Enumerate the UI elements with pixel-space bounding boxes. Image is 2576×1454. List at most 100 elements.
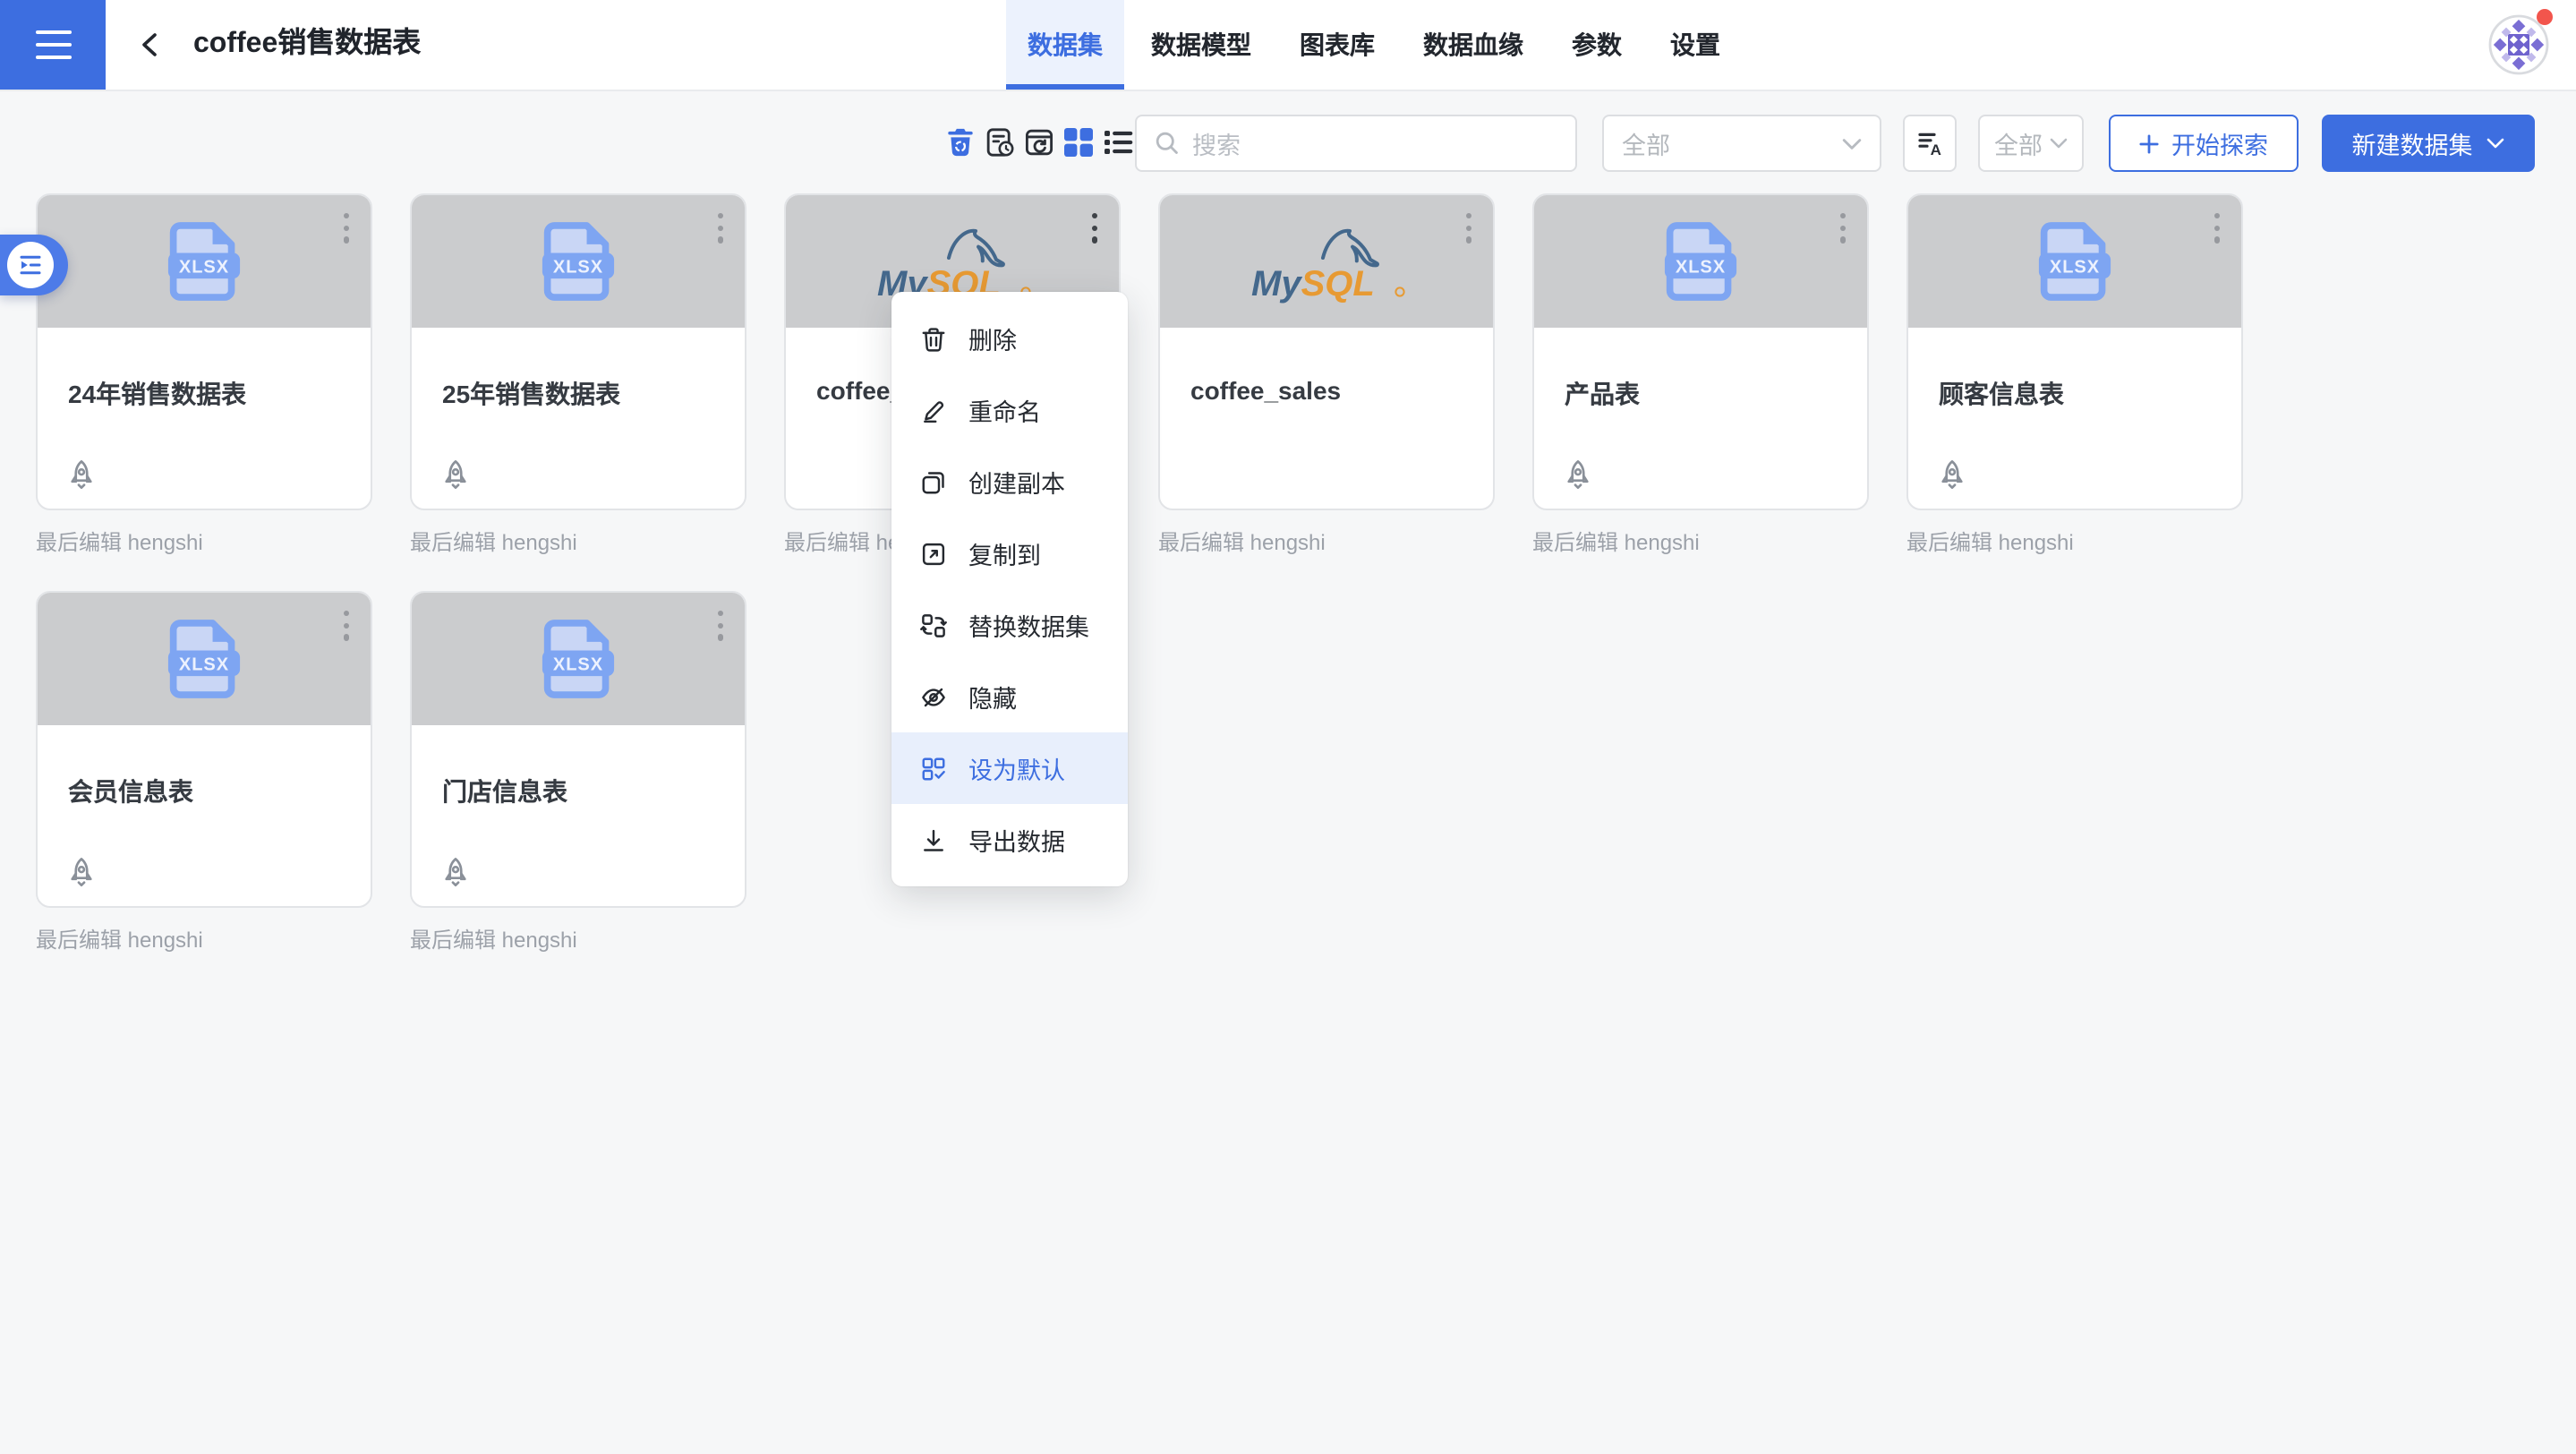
tab-data-lineage[interactable]: 数据血缘 <box>1402 0 1545 90</box>
card-last-edited: 最后编辑 hengshi <box>36 924 372 954</box>
dataset-card-body[interactable]: 会员信息表 <box>36 591 372 908</box>
type-filter-value: 全部 <box>1622 125 1670 161</box>
hide-icon <box>920 683 947 710</box>
search-icon <box>1155 131 1180 156</box>
xlsx-file-icon <box>2037 220 2112 303</box>
xlsx-file-icon <box>541 618 616 700</box>
card-menu-button[interactable] <box>1456 208 1480 248</box>
list-play-icon <box>18 254 43 276</box>
type-filter-select[interactable]: 全部 <box>1602 115 1881 172</box>
tab-dataset[interactable]: 数据集 <box>1006 0 1124 90</box>
dataset-card: 25年销售数据表 最后编辑 hengshi <box>410 193 746 557</box>
dataset-card-body[interactable]: 24年销售数据表 <box>36 193 372 510</box>
dataset-card: 门店信息表 最后编辑 hengshi <box>410 591 746 954</box>
rocket-icon <box>439 458 473 492</box>
notification-dot <box>2537 9 2553 25</box>
trash-icon <box>920 325 947 352</box>
chevron-down-icon <box>1842 137 1862 150</box>
user-avatar[interactable] <box>2488 14 2549 75</box>
page-title: coffee销售数据表 <box>193 0 421 90</box>
menu-item-hide[interactable]: 隐藏 <box>891 661 1128 732</box>
list-view-icon[interactable] <box>1103 127 1133 158</box>
menu-item-duplicate[interactable]: 创建副本 <box>891 446 1128 517</box>
card-menu-button[interactable] <box>334 605 358 646</box>
owner-filter-value: 全部 <box>1994 125 2043 161</box>
sort-icon <box>1915 129 1944 158</box>
card-last-edited: 最后编辑 hengshi <box>1158 526 1495 557</box>
rocket-icon <box>439 856 473 890</box>
set-default-icon <box>920 755 947 782</box>
tab-settings[interactable]: 设置 <box>1649 0 1742 90</box>
data-sync-icon[interactable] <box>1024 127 1054 158</box>
card-last-edited: 最后编辑 hengshi <box>1906 526 2243 557</box>
tab-bar: 数据集 数据模型 图表库 数据血缘 参数 设置 <box>1006 0 1747 90</box>
tab-chart-library[interactable]: 图表库 <box>1278 0 1396 90</box>
menu-item-set-default[interactable]: 设为默认 <box>891 732 1128 804</box>
plus-icon <box>2139 133 2159 153</box>
context-menu: 删除 重命名 创建副本 复制到 替换数据集 隐藏 设为默认 导出数据 <box>891 292 1128 886</box>
dataset-card: 24年销售数据表 最后编辑 hengshi <box>36 193 372 557</box>
card-menu-button[interactable] <box>334 208 358 248</box>
card-menu-button[interactable] <box>2205 208 2229 248</box>
menu-item-replace-dataset[interactable]: 替换数据集 <box>891 589 1128 661</box>
menu-item-delete[interactable]: 删除 <box>891 303 1128 374</box>
menu-item-copy-to[interactable]: 复制到 <box>891 517 1128 589</box>
card-last-edited: 最后编辑 hengshi <box>36 526 372 557</box>
tab-parameters[interactable]: 参数 <box>1550 0 1643 90</box>
dataset-card-body[interactable]: 门店信息表 <box>410 591 746 908</box>
card-last-edited: 最后编辑 hengshi <box>1532 526 1869 557</box>
sort-button[interactable] <box>1903 115 1957 172</box>
rocket-icon <box>64 458 98 492</box>
xlsx-file-icon <box>1663 220 1738 303</box>
copy-to-icon <box>920 540 947 567</box>
replace-dataset-icon <box>920 612 947 638</box>
dataset-library-page: coffee销售数据表 数据集 数据模型 图表库 数据血缘 参数 设置 搜索 全… <box>0 0 2576 1454</box>
recycle-bin-icon[interactable] <box>945 127 976 158</box>
rename-icon <box>920 397 947 423</box>
new-dataset-label: 新建数据集 <box>2352 125 2473 161</box>
dataset-card-body[interactable]: coffee_sales <box>1158 193 1495 510</box>
dataset-card-body[interactable]: 25年销售数据表 <box>410 193 746 510</box>
card-menu-button-open[interactable] <box>1082 208 1106 248</box>
card-menu-button[interactable] <box>708 605 732 646</box>
search-input[interactable]: 搜索 <box>1135 115 1577 172</box>
rocket-icon <box>1561 458 1595 492</box>
dataset-card-body[interactable]: 顾客信息表 <box>1906 193 2243 510</box>
chevron-down-icon <box>2487 138 2505 149</box>
dataset-card-body[interactable]: 产品表 <box>1532 193 1869 510</box>
app-header: coffee销售数据表 数据集 数据模型 图表库 数据血缘 参数 设置 <box>0 0 2576 91</box>
sidebar-toggle-button[interactable] <box>0 235 68 295</box>
card-title: coffee_sales <box>1190 328 1463 405</box>
card-menu-button[interactable] <box>708 208 732 248</box>
rocket-icon <box>1935 458 1969 492</box>
card-menu-button[interactable] <box>1830 208 1855 248</box>
dataset-card: 顾客信息表 最后编辑 hengshi <box>1906 193 2243 557</box>
view-toolbar <box>945 127 1133 158</box>
start-explore-label: 开始探索 <box>2171 125 2268 161</box>
card-last-edited: 最后编辑 hengshi <box>410 526 746 557</box>
card-title: 门店信息表 <box>442 725 714 809</box>
card-title: 24年销售数据表 <box>68 328 340 412</box>
tab-data-model[interactable]: 数据模型 <box>1130 0 1273 90</box>
new-dataset-button[interactable]: 新建数据集 <box>2322 115 2535 172</box>
chevron-down-icon <box>2050 138 2068 149</box>
card-title: 会员信息表 <box>68 725 340 809</box>
rocket-icon <box>64 856 98 890</box>
hamburger-icon <box>35 30 71 34</box>
mysql-logo-icon <box>1242 224 1411 306</box>
card-last-edited: 最后编辑 hengshi <box>410 924 746 954</box>
xlsx-file-icon <box>166 220 242 303</box>
menu-item-export-data[interactable]: 导出数据 <box>891 804 1128 876</box>
xlsx-file-icon <box>166 618 242 700</box>
owner-filter-select[interactable]: 全部 <box>1978 115 2084 172</box>
recent-files-icon[interactable] <box>985 127 1015 158</box>
chevron-left-icon <box>136 30 165 59</box>
start-explore-button[interactable]: 开始探索 <box>2109 115 2299 172</box>
grid-view-icon[interactable] <box>1063 127 1094 158</box>
back-button[interactable] <box>136 30 165 59</box>
card-title: 产品表 <box>1565 328 1837 412</box>
menu-button[interactable] <box>0 0 106 90</box>
menu-item-rename[interactable]: 重命名 <box>891 374 1128 446</box>
dataset-card: 产品表 最后编辑 hengshi <box>1532 193 1869 557</box>
card-title: 25年销售数据表 <box>442 328 714 412</box>
